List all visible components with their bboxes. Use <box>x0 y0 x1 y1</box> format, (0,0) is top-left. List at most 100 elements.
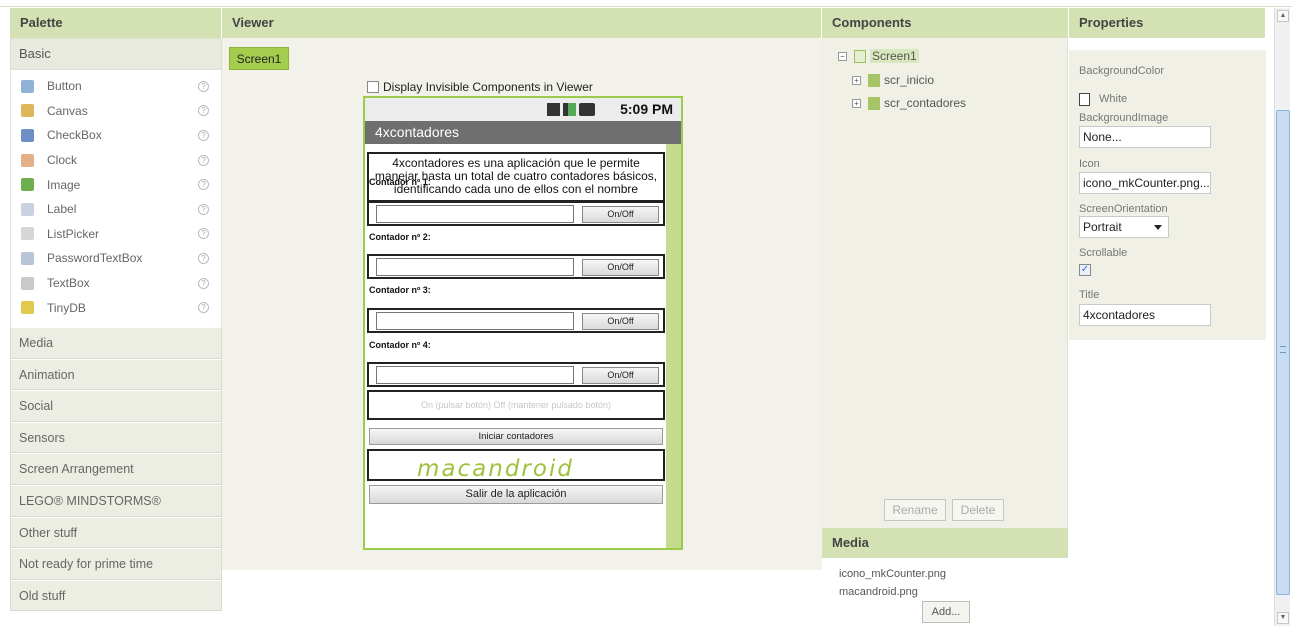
arrangement-icon <box>868 73 880 87</box>
help-icon[interactable]: ? <box>198 105 209 117</box>
counter-row-1[interactable]: On/Off <box>367 201 665 226</box>
counter-onoff-button-1[interactable]: On/Off <box>582 206 659 223</box>
counter-onoff-button-3[interactable]: On/Off <box>582 313 659 330</box>
prop-label-backgroundimage: BackgroundImage <box>1079 112 1169 124</box>
media-file[interactable]: icono_mkCounter.png <box>839 568 946 580</box>
palette-item-label: TinyDB <box>47 300 86 315</box>
palette-item-listpicker[interactable]: ListPicker? <box>11 222 221 247</box>
palette-panel: Basic Button? Canvas? CheckBox? Clock? Image… <box>10 38 222 612</box>
prop-label-title: Title <box>1079 289 1100 301</box>
counter-label-3[interactable]: Contador nº 3: <box>369 285 431 295</box>
screen-orientation-select[interactable]: Portrait <box>1079 216 1169 238</box>
palette-item-label[interactable]: Label? <box>11 197 221 222</box>
button-icon <box>21 79 34 93</box>
password-icon <box>21 251 34 265</box>
palette-item-passwordtextbox[interactable]: PasswordTextBox? <box>11 246 221 271</box>
background-color-swatch[interactable] <box>1079 93 1090 106</box>
palette-category-basic[interactable]: Basic <box>10 38 222 70</box>
palette-item-button[interactable]: Button? <box>11 74 221 99</box>
palette-category[interactable]: Media <box>10 327 222 359</box>
help-icon[interactable]: ? <box>198 228 209 240</box>
background-color-value[interactable]: White <box>1099 93 1127 105</box>
palette-item-label: Clock <box>47 153 78 168</box>
add-media-button[interactable]: Add... <box>922 601 970 623</box>
palette-category[interactable]: Screen Arrangement <box>10 453 222 485</box>
help-icon[interactable]: ? <box>198 179 209 191</box>
help-icon[interactable]: ? <box>198 80 209 92</box>
counter-row-2[interactable]: On/Off <box>367 254 665 279</box>
display-invisible-toggle[interactable]: Display Invisible Components in Viewer <box>367 80 593 94</box>
palette-item-image[interactable]: Image? <box>11 172 221 197</box>
scroll-up-arrow-icon[interactable]: ▲ <box>1277 10 1289 22</box>
listpicker-icon <box>21 227 34 241</box>
palette-category[interactable]: Old stuff <box>10 579 222 612</box>
counter-textbox-4[interactable] <box>376 366 574 384</box>
palette-item-textbox[interactable]: TextBox? <box>11 271 221 296</box>
expand-icon[interactable]: + <box>852 98 861 108</box>
palette-category[interactable]: Animation <box>10 358 222 391</box>
scrollbar-thumb[interactable] <box>1276 110 1290 595</box>
help-icon[interactable]: ? <box>198 302 209 314</box>
prop-label-icon: Icon <box>1079 158 1100 170</box>
phone-status-bar: 5:09 PM <box>365 98 681 121</box>
tree-item-scr-contadores[interactable]: + scr_contadores <box>852 96 966 110</box>
palette-category[interactable]: LEGO® MINDSTORMS® <box>10 484 222 517</box>
icon-field[interactable]: icono_mkCounter.png... <box>1079 172 1211 194</box>
help-icon[interactable]: ? <box>198 129 209 141</box>
counter-label-4[interactable]: Contador nº 4: <box>369 340 431 350</box>
exit-app-button[interactable]: Salir de la aplicación <box>369 485 663 504</box>
counter-row-3[interactable]: On/Off <box>367 308 665 333</box>
palette-item-canvas[interactable]: Canvas? <box>11 99 221 124</box>
screen-tab-screen1[interactable]: Screen1 <box>229 47 289 70</box>
display-invisible-label: Display Invisible Components in Viewer <box>383 80 593 94</box>
counter-onoff-button-2[interactable]: On/Off <box>582 259 659 276</box>
properties-panel: BackgroundColor White BackgroundImage No… <box>1069 38 1266 340</box>
counter-label-2[interactable]: Contador nº 2: <box>369 232 431 242</box>
counter-onoff-button-4[interactable]: On/Off <box>582 367 659 384</box>
scroll-down-arrow-icon[interactable]: ▼ <box>1277 612 1289 624</box>
collapse-icon[interactable]: − <box>838 51 847 61</box>
scrollable-checkbox[interactable]: ✓ <box>1079 264 1091 276</box>
viewer-panel: Screen1 Display Invisible Components in … <box>222 38 822 570</box>
palette-category[interactable]: Social <box>10 390 222 422</box>
help-icon[interactable]: ? <box>198 154 209 166</box>
help-icon[interactable]: ? <box>198 252 209 264</box>
display-invisible-checkbox[interactable] <box>367 81 379 93</box>
image-icon <box>21 178 34 192</box>
components-panel: − Screen1 + scr_inicio + scr_contadores … <box>822 38 1068 528</box>
palette-category[interactable]: Not ready for prime time <box>10 548 222 580</box>
help-icon[interactable]: ? <box>198 277 209 289</box>
rename-button[interactable]: Rename <box>884 499 946 521</box>
tree-item-scr-inicio[interactable]: + scr_inicio <box>852 73 934 87</box>
instructions-label[interactable]: On (pulsar botón) Off (mantener pulsado … <box>367 390 665 420</box>
background-image-field[interactable]: None... <box>1079 126 1211 148</box>
grip-icon <box>1280 346 1286 353</box>
media-file[interactable]: macandroid.png <box>839 586 918 598</box>
delete-button[interactable]: Delete <box>952 499 1004 521</box>
chevron-down-icon <box>1154 225 1162 230</box>
tree-item-screen1[interactable]: − Screen1 <box>838 49 919 63</box>
counter-row-4[interactable]: On/Off <box>367 362 665 387</box>
page-scrollbar[interactable]: ▲ ▼ <box>1274 8 1290 626</box>
phone-scroll-strip <box>666 144 681 548</box>
palette-item-checkbox[interactable]: CheckBox? <box>11 123 221 148</box>
counter-label-1[interactable]: Contador nº 1: <box>369 177 431 187</box>
logo-image[interactable]: macandroid <box>367 449 665 482</box>
media-header: Media <box>822 528 1068 558</box>
palette-categories: Media Animation Social Sensors Screen Arrang… <box>10 327 222 612</box>
palette-category[interactable]: Other stuff <box>10 516 222 549</box>
title-field[interactable]: 4xcontadores <box>1079 304 1211 326</box>
palette-item-clock[interactable]: Clock? <box>11 148 221 173</box>
help-icon[interactable]: ? <box>198 203 209 215</box>
counter-textbox-1[interactable] <box>376 205 574 223</box>
palette-item-tinydb[interactable]: TinyDB? <box>11 295 221 320</box>
palette-category[interactable]: Sensors <box>10 421 222 454</box>
tree-label: scr_contadores <box>884 96 967 110</box>
palette-header: Palette <box>10 8 222 38</box>
counter-textbox-2[interactable] <box>376 258 574 276</box>
start-counters-button[interactable]: Iniciar contadores <box>369 428 663 445</box>
phone-preview: 5:09 PM 4xcontadores 4xcontadores es una… <box>363 96 683 550</box>
counter-textbox-3[interactable] <box>376 312 574 330</box>
prop-label-screenorientation: ScreenOrientation <box>1079 203 1168 215</box>
expand-icon[interactable]: + <box>852 75 861 85</box>
